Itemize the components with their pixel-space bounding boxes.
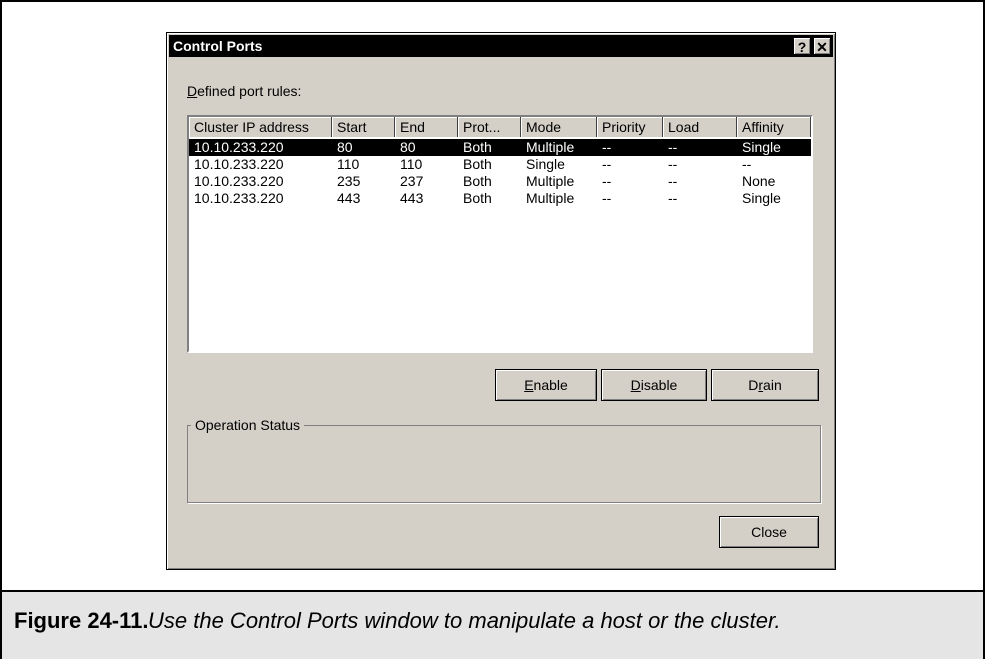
cell-affinity: None	[742, 173, 776, 189]
cell-affinity: --	[742, 156, 752, 172]
close-icon[interactable]: ✕	[813, 37, 831, 55]
close-button[interactable]: Close	[719, 516, 819, 548]
disable-button[interactable]: Disable	[601, 369, 707, 401]
cell-start: 80	[337, 139, 353, 155]
cell-protocol: Both	[463, 156, 492, 172]
figure-number: Figure 24-11.	[14, 608, 149, 633]
cell-protocol: Both	[463, 173, 492, 189]
column-header-mode[interactable]: Mode	[521, 117, 597, 137]
cell-cluster-ip: 10.10.233.220	[194, 190, 284, 206]
cell-load: --	[668, 139, 678, 155]
column-header-protocol[interactable]: Prot...	[458, 117, 521, 137]
drain-label-start: D	[748, 377, 759, 393]
port-rules-label: Defined port rules:	[187, 83, 301, 99]
control-ports-dialog: Control Ports ? ✕ Defined port rules: Cl…	[166, 32, 836, 570]
operation-status-group	[187, 425, 821, 503]
help-button[interactable]: ?	[793, 37, 811, 55]
cell-start: 235	[337, 173, 361, 189]
cell-cluster-ip: 10.10.233.220	[194, 173, 284, 189]
cell-load: --	[668, 156, 678, 172]
cell-load: --	[668, 190, 678, 206]
title-bar: Control Ports ? ✕	[169, 35, 833, 57]
operation-status-label: Operation Status	[191, 417, 305, 433]
cell-cluster-ip: 10.10.233.220	[194, 139, 284, 155]
dialog-title: Control Ports	[173, 38, 263, 54]
column-header-end[interactable]: End	[395, 117, 458, 137]
port-rules-list[interactable]: Cluster IP address Start End Prot... Mod…	[187, 115, 813, 353]
list-header: Cluster IP address Start End Prot... Mod…	[189, 117, 811, 137]
disable-accel: D	[630, 377, 641, 393]
cell-end: 237	[400, 173, 424, 189]
cell-end: 80	[400, 139, 416, 155]
cell-protocol: Both	[463, 139, 492, 155]
figure-frame: Control Ports ? ✕ Defined port rules: Cl…	[0, 0, 985, 659]
enable-accel: E	[524, 377, 534, 393]
cell-priority: --	[602, 173, 612, 189]
column-header-load[interactable]: Load	[663, 117, 737, 137]
cell-affinity: Single	[742, 139, 781, 155]
cell-end: 443	[400, 190, 424, 206]
port-rules-label-accel: D	[187, 83, 198, 99]
cell-mode: Multiple	[526, 173, 575, 189]
caption-bar: Figure 24-11. Use the Control Ports wind…	[2, 590, 983, 659]
cell-start: 443	[337, 190, 361, 206]
table-row[interactable]: 10.10.233.220 235 237 Both Multiple -- -…	[189, 173, 811, 190]
table-row[interactable]: 10.10.233.220 443 443 Both Multiple -- -…	[189, 190, 811, 207]
figure-caption: Use the Control Ports window to manipula…	[148, 608, 781, 633]
drain-button[interactable]: Drain	[711, 369, 819, 401]
enable-label: nable	[533, 377, 568, 393]
column-header-affinity[interactable]: Affinity	[737, 117, 811, 137]
cell-load: --	[668, 173, 678, 189]
cell-affinity: Single	[742, 190, 781, 206]
cell-end: 110	[400, 156, 423, 172]
cell-start: 110	[337, 156, 360, 172]
cell-priority: --	[602, 156, 612, 172]
table-row[interactable]: 10.10.233.220 110 110 Both Single -- -- …	[189, 156, 811, 173]
cell-priority: --	[602, 139, 612, 155]
cell-mode: Multiple	[526, 190, 575, 206]
cell-mode: Single	[526, 156, 565, 172]
port-rules-label-text: efined port rules:	[197, 83, 302, 99]
figure-area: Control Ports ? ✕ Defined port rules: Cl…	[2, 2, 983, 588]
table-row[interactable]: 10.10.233.220 80 80 Both Multiple -- -- …	[189, 139, 811, 156]
cell-protocol: Both	[463, 190, 492, 206]
enable-button[interactable]: Enable	[495, 369, 597, 401]
cell-priority: --	[602, 190, 612, 206]
column-header-priority[interactable]: Priority	[597, 117, 663, 137]
disable-label: isable	[640, 377, 678, 393]
column-header-start[interactable]: Start	[332, 117, 395, 137]
column-header-cluster-ip[interactable]: Cluster IP address	[189, 117, 332, 137]
cell-cluster-ip: 10.10.233.220	[194, 156, 284, 172]
cell-mode: Multiple	[526, 139, 575, 155]
drain-label-end: ain	[763, 377, 782, 393]
